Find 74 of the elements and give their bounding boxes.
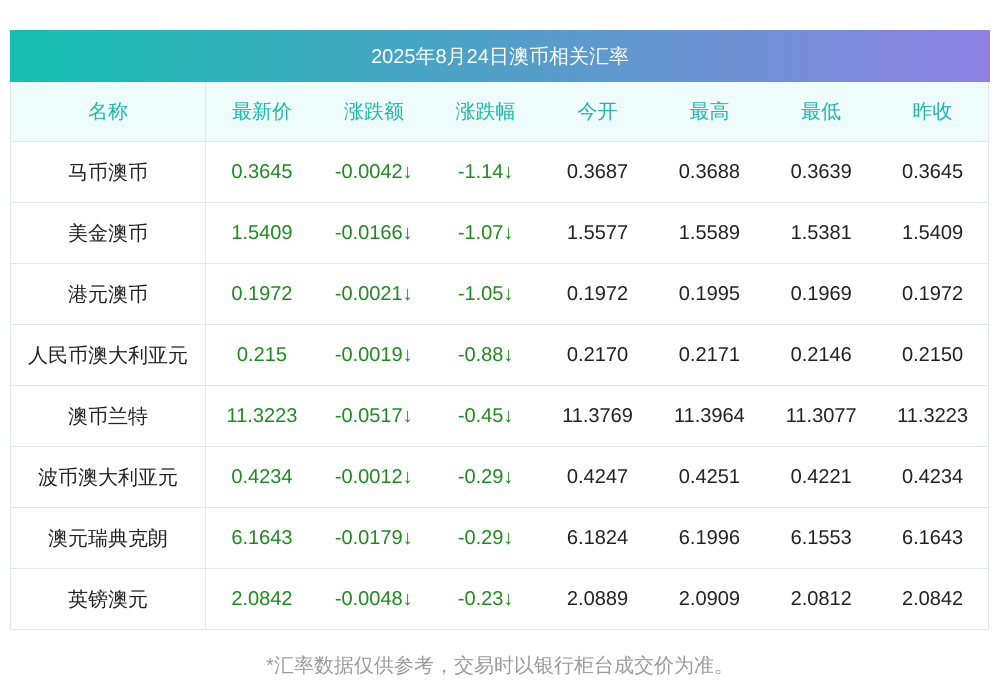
column-header: 名称 [11,82,206,142]
table-cell: 11.3769 [542,386,654,447]
table-cell: -0.0048↓ [318,569,430,630]
table-cell: 2.0909 [653,569,766,630]
table-cell: -1.07↓ [430,203,542,264]
table-cell: 2.0812 [765,569,878,630]
table-cell: 0.1969 [765,264,878,325]
table-cell: 0.4234 [877,447,989,508]
table-cell: 0.4251 [653,447,766,508]
table-cell: 波币澳大利亚元 [11,447,206,508]
table-cell: -0.29↓ [430,447,542,508]
table-cell: 2.0842 [206,569,318,630]
table-cell: 0.3639 [765,142,878,203]
table-cell: 0.4221 [765,447,878,508]
table-cell: -0.29↓ [430,508,542,569]
table-cell: 0.3688 [653,142,766,203]
table-cell: 美金澳币 [11,203,206,264]
column-header: 最高 [653,82,766,142]
table-cell: -0.45↓ [430,386,542,447]
table-cell: -0.23↓ [430,569,542,630]
table-cell: 6.1643 [206,508,318,569]
table-cell: 0.1995 [653,264,766,325]
table-cell: 11.3223 [877,386,989,447]
table-cell: -0.0019↓ [318,325,430,386]
table-cell: 澳元瑞典克朗 [11,508,206,569]
table-cell: 0.4234 [206,447,318,508]
table-title: 2025年8月24日澳币相关汇率 [10,30,990,82]
table-cell: -1.05↓ [430,264,542,325]
table-cell: 人民币澳大利亚元 [11,325,206,386]
table-cell: 0.1972 [542,264,654,325]
table-cell: 11.3964 [653,386,766,447]
table-cell: 0.2170 [542,325,654,386]
table-cell: 6.1996 [653,508,766,569]
table-cell: 11.3077 [765,386,878,447]
table-cell: -0.0042↓ [318,142,430,203]
column-header: 今开 [542,82,654,142]
table-cell: 马币澳币 [11,142,206,203]
table-cell: 0.2146 [765,325,878,386]
table-cell: -0.0166↓ [318,203,430,264]
table-cell: -0.0012↓ [318,447,430,508]
table-cell: 2.0889 [542,569,654,630]
table-cell: 0.3645 [206,142,318,203]
table-cell: 6.1553 [765,508,878,569]
table-cell: 0.1972 [206,264,318,325]
table-cell: 1.5409 [877,203,989,264]
table-cell: 港元澳币 [11,264,206,325]
table-cell: -0.88↓ [430,325,542,386]
table-cell: 1.5589 [653,203,766,264]
table-cell: -0.0517↓ [318,386,430,447]
column-header: 最新价 [206,82,318,142]
footnote: *汇率数据仅供参考，交易时以银行柜台成交价为准。 [265,654,735,679]
table-cell: 英镑澳元 [11,569,206,630]
table-cell: 0.2150 [877,325,989,386]
table-cell: 0.215 [206,325,318,386]
table-cell: 1.5381 [765,203,878,264]
table-cell: -0.0021↓ [318,264,430,325]
table-cell: 1.5409 [206,203,318,264]
table-cell: 11.3223 [206,386,318,447]
table-cell: 0.2171 [653,325,766,386]
column-header: 最低 [765,82,878,142]
table-cell: 2.0842 [877,569,989,630]
table-cell: 0.4247 [542,447,654,508]
table-cell: -0.0179↓ [318,508,430,569]
column-header: 涨跌额 [318,82,430,142]
table-cell: 澳币兰特 [11,386,206,447]
column-header: 涨跌幅 [430,82,542,142]
table-cell: -1.14↓ [430,142,542,203]
table-cell: 6.1824 [542,508,654,569]
table-cell: 1.5577 [542,203,654,264]
column-header: 昨收 [877,82,989,142]
table-cell: 6.1643 [877,508,989,569]
table-cell: 0.3645 [877,142,989,203]
table-cell: 0.1972 [877,264,989,325]
table-cell: 0.3687 [542,142,654,203]
